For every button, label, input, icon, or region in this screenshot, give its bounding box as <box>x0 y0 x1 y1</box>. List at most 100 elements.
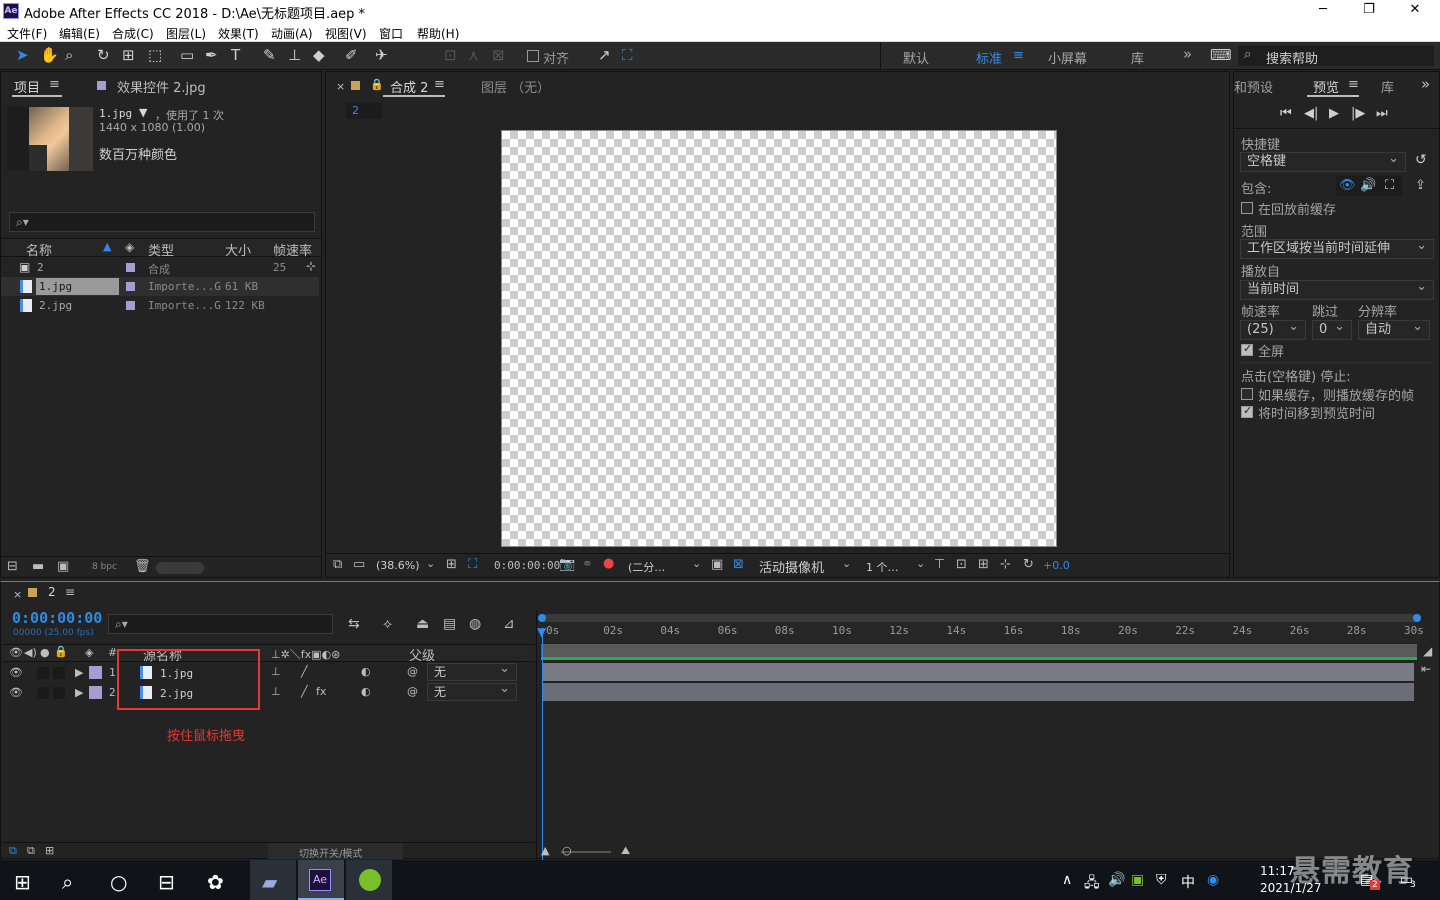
layer-switches-icon[interactable]: ⧉ <box>9 844 17 858</box>
tab-library[interactable]: 库 <box>1381 77 1394 96</box>
include-overlay-icon[interactable]: ⛶ <box>1385 178 1394 193</box>
tab-menu-icon[interactable]: ≡ <box>1348 77 1359 92</box>
graph-editor-icon[interactable]: ⊿ <box>503 616 515 632</box>
work-area-bar[interactable] <box>541 644 1417 657</box>
flowchart-icon[interactable]: ⊹ <box>1000 557 1011 572</box>
resolution-dropdown[interactable]: 自动 <box>1358 318 1430 340</box>
rectangle-tool-icon[interactable]: ▭ <box>180 47 194 63</box>
tab-layer[interactable]: 图层 （无） <box>481 77 550 96</box>
resolution-chevron-icon[interactable]: ⌄ <box>692 557 701 570</box>
zoom-tool-icon[interactable]: ⌕ <box>65 47 73 63</box>
quality-switch-icon[interactable]: ╱ <box>301 665 308 678</box>
snap-option-icon[interactable]: ↗ <box>598 47 611 63</box>
search-icon[interactable]: ⌕ <box>62 870 73 894</box>
more-workspaces-icon[interactable]: » <box>1183 45 1192 63</box>
render-area-icon[interactable]: ⊡ <box>956 557 967 572</box>
view-axis-icon[interactable]: ⊠ <box>492 47 505 63</box>
solo-switch-icon[interactable]: ● <box>40 646 50 659</box>
app-green-ball[interactable] <box>346 860 392 900</box>
qq-icon[interactable]: ◉ <box>1207 872 1219 888</box>
in-out-icon[interactable]: ⊞ <box>45 844 54 857</box>
playhead-line[interactable] <box>542 628 543 860</box>
task-view-icon[interactable]: ⊟ <box>158 870 175 894</box>
volume-icon[interactable]: 🔊 <box>1108 872 1125 888</box>
close-tab-icon[interactable]: × <box>13 588 22 601</box>
prev-frame-icon[interactable]: ◀| <box>1304 106 1318 121</box>
shy-switch-icon[interactable]: ⊥ <box>271 665 281 678</box>
layer-bar-2[interactable] <box>542 683 1414 701</box>
tray-expand-icon[interactable]: ∧ <box>1062 872 1072 888</box>
column-type[interactable]: 类型 <box>148 240 174 259</box>
timeline-timecode[interactable]: 0:00:00:00 <box>12 609 102 627</box>
adjustment-switch-icon[interactable]: ◐ <box>361 685 371 698</box>
table-row[interactable]: 👁 ▶ 2 2.jpg ⊥ ╱ fx ◐ @ 无 <box>3 681 535 702</box>
draft-3d-icon[interactable]: ⟡ <box>383 616 392 632</box>
rotate-tool-icon[interactable]: ↻ <box>97 47 110 63</box>
toggle-switches-modes[interactable]: 切换开关/模式 <box>299 845 362 860</box>
eye-icon[interactable]: 👁 <box>9 686 23 699</box>
column-size[interactable]: 大小 <box>225 240 251 259</box>
project-search-input[interactable]: ⌕▾ <box>9 212 315 232</box>
pinwheel-app-icon[interactable]: ✿ <box>207 870 224 894</box>
tab-effect-controls[interactable]: 效果控件 2.jpg <box>117 77 206 96</box>
list-item[interactable]: ▣ 2 合成 25 ⊹ <box>1 258 319 277</box>
move-time-checkbox[interactable] <box>1241 404 1253 418</box>
flowchart-icon[interactable]: ⊹ <box>306 259 316 273</box>
channels-icon[interactable]: ● <box>603 556 614 571</box>
region-of-interest-icon[interactable]: ⛶ <box>468 557 477 572</box>
maximize-button[interactable]: ❐ <box>1354 2 1384 20</box>
pickwhip-icon[interactable]: @ <box>407 665 418 678</box>
transfer-controls-icon[interactable]: ⧉ <box>27 844 35 858</box>
workspace-default[interactable]: 默认 <box>903 48 929 67</box>
zoom-in-icon[interactable]: ⛰ <box>621 844 630 858</box>
list-item[interactable]: 2.jpg Importe...G 122 KB <box>1 296 319 315</box>
thumbnail-size-slider[interactable] <box>156 562 204 574</box>
app-notepad[interactable]: ▰ <box>250 860 296 900</box>
cortana-icon[interactable]: ○ <box>110 870 127 894</box>
table-row[interactable]: 👁 ▶ 1 1.jpg ⊥ ╱ ◐ @ 无 <box>3 661 535 682</box>
include-audio-icon[interactable]: 🔊 <box>1360 178 1376 193</box>
adjustment-switch-icon[interactable]: ◐ <box>361 665 371 678</box>
parent-dropdown[interactable]: 无 <box>427 661 517 681</box>
label-tag-icon[interactable]: ◈ <box>85 646 93 659</box>
export-icon[interactable]: ⇪ <box>1415 178 1426 193</box>
local-axis-icon[interactable]: ⊡ <box>444 47 457 63</box>
hand-tool-icon[interactable]: ✋ <box>40 47 59 63</box>
tab-timeline-comp[interactable]: 2 <box>48 585 56 599</box>
zoom-level[interactable]: (38.6%) <box>376 559 420 572</box>
new-composition-icon[interactable]: ▣ <box>57 559 69 574</box>
menu-view[interactable]: 视图(V) <box>325 25 367 42</box>
usage-dropdown-icon[interactable]: ▼ <box>139 106 147 119</box>
roto-brush-tool-icon[interactable]: ✐ <box>345 47 358 63</box>
snap-checkbox[interactable] <box>527 50 539 62</box>
zoom-out-icon[interactable]: ▲ <box>541 844 549 857</box>
time-navigator[interactable] <box>538 614 1421 622</box>
camera-chevron-icon[interactable]: ⌄ <box>842 557 851 570</box>
fps-dropdown[interactable]: (25) <box>1240 318 1306 340</box>
label-tag-icon[interactable]: ◈ <box>125 240 134 254</box>
timeline-search-input[interactable]: ⌕▾ <box>108 614 333 634</box>
menu-composition[interactable]: 合成(C) <box>112 25 154 42</box>
security-icon[interactable]: ⛨ <box>1156 872 1167 888</box>
tab-menu-icon[interactable]: ≡ <box>49 77 60 92</box>
menu-animation[interactable]: 动画(A) <box>271 25 313 42</box>
reset-exposure-icon[interactable]: ↻ <box>1023 557 1034 572</box>
windows-start-icon[interactable]: ⊞ <box>14 870 31 894</box>
range-dropdown[interactable]: 工作区域按当前时间延伸 <box>1240 237 1434 259</box>
playhead-icon[interactable]: ▼ <box>537 625 546 639</box>
network-icon[interactable]: 🖧 <box>1084 872 1100 896</box>
close-button[interactable]: ✕ <box>1400 2 1430 20</box>
fast-previews-icon[interactable]: ▣ <box>711 557 723 572</box>
trash-icon[interactable]: 🗑 <box>134 559 151 574</box>
views-chevron-icon[interactable]: ⌄ <box>916 557 925 570</box>
effects-switch-icon[interactable]: fx <box>316 685 326 698</box>
first-frame-icon[interactable]: ⏮ <box>1280 106 1292 121</box>
snap-target-icon[interactable]: ⛶ <box>622 47 633 63</box>
next-frame-icon[interactable]: |▶ <box>1351 106 1365 121</box>
column-fps[interactable]: 帧速率 <box>273 240 312 259</box>
menu-window[interactable]: 窗口 <box>379 25 403 42</box>
workspace-edit-icon[interactable]: ⌨ <box>1210 47 1232 63</box>
expand-triangle-icon[interactable]: ▶ <box>75 666 83 679</box>
resolution-dropdown[interactable]: (二分… <box>628 559 665 575</box>
zoom-slider-icon[interactable]: ○ <box>562 844 572 857</box>
